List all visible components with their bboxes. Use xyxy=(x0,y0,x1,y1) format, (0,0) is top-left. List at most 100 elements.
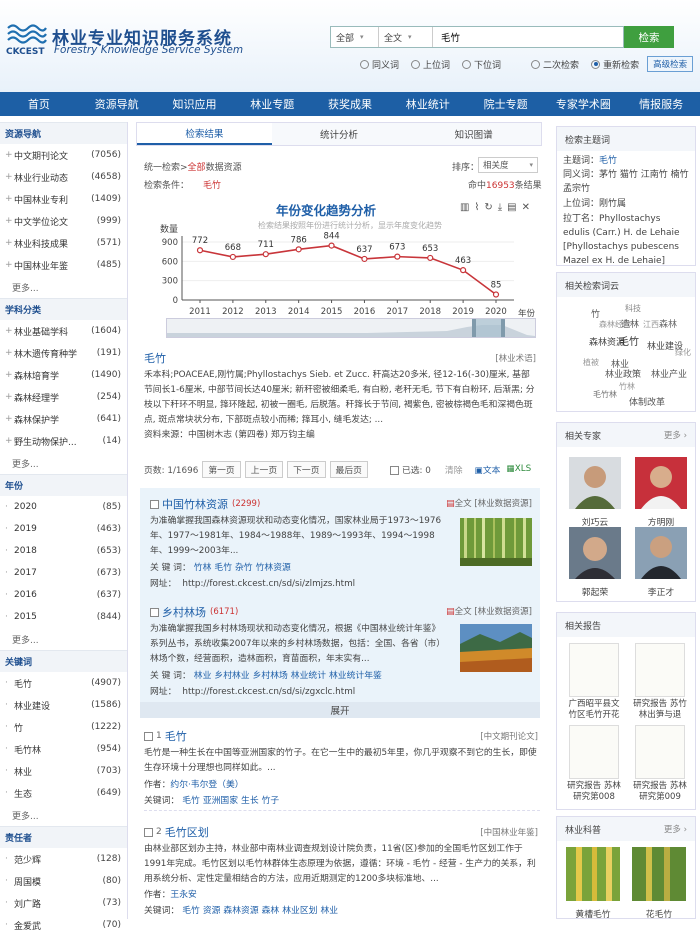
definition-title[interactable]: 毛竹 xyxy=(144,350,536,368)
field-select[interactable]: 全文 ▾ xyxy=(379,27,433,47)
bar-chart-icon[interactable]: ▥ xyxy=(460,202,474,213)
facet-item[interactable]: + 林业行业动态 (4658) xyxy=(0,166,127,188)
data-point[interactable] xyxy=(460,267,467,274)
option-synonym[interactable]: 同义词 xyxy=(360,58,399,71)
option-broader[interactable]: 上位词 xyxy=(411,58,450,71)
expert-card[interactable]: 方明刚 xyxy=(633,457,689,528)
nav-statistics[interactable]: 林业统计 xyxy=(389,92,467,116)
facet-item[interactable]: + 林木遗传育种学 (191) xyxy=(0,342,127,364)
expert-card[interactable]: 李正才 xyxy=(633,527,689,598)
cloud-word[interactable]: 竹林 xyxy=(619,381,635,392)
checkbox-icon[interactable] xyxy=(150,499,159,509)
cloud-word[interactable]: 造林 xyxy=(621,317,639,330)
science-card[interactable]: 黄槽毛竹 xyxy=(563,847,623,920)
data-view-icon[interactable]: ▤ xyxy=(507,202,521,213)
more-link[interactable]: 更多... xyxy=(0,804,127,826)
refresh-icon[interactable]: ↻ xyxy=(484,202,497,213)
more-link[interactable]: 更多... xyxy=(0,452,127,474)
search-input[interactable] xyxy=(433,31,623,43)
facet-item[interactable]: · 毛竹林 (954) xyxy=(0,738,127,760)
data-point[interactable] xyxy=(295,246,302,253)
facet-item[interactable]: · 刘广路 (73) xyxy=(0,892,127,914)
facet-item[interactable]: + 林业科技成果 (571) xyxy=(0,232,127,254)
cloud-word[interactable]: 毛竹 xyxy=(619,333,639,348)
more-link[interactable]: 更多... xyxy=(0,628,127,650)
checkbox-icon[interactable] xyxy=(389,465,399,475)
facet-item[interactable]: + 中国林业专利 (1409) xyxy=(0,188,127,210)
export-text-button[interactable]: ▣文本 xyxy=(475,463,501,476)
cloud-word[interactable]: 科技 xyxy=(625,303,641,314)
export-xls-button[interactable]: ▦XLS xyxy=(506,464,531,474)
data-point[interactable] xyxy=(361,255,368,263)
data-point[interactable] xyxy=(394,253,401,260)
nav-resources[interactable]: 资源导航 xyxy=(78,92,156,116)
article-title[interactable]: 毛竹 xyxy=(165,728,187,744)
data-point[interactable] xyxy=(492,291,500,298)
clear-button[interactable]: 清除 xyxy=(445,463,463,476)
cloud-word[interactable]: 绿化 xyxy=(675,347,691,358)
cloud-word[interactable]: 林业政策 xyxy=(605,367,641,380)
nav-awards[interactable]: 获奖成果 xyxy=(311,92,389,116)
resource-title[interactable]: 中国竹林资源 xyxy=(162,496,228,512)
expert-card[interactable]: 刘巧云 xyxy=(567,457,623,528)
nav-home[interactable]: 首页 xyxy=(0,92,78,116)
science-card[interactable]: 花毛竹 xyxy=(629,847,689,920)
tab-results[interactable]: 检索结果 xyxy=(137,123,272,145)
facet-item[interactable]: · 林业 (703) xyxy=(0,760,127,782)
facet-item[interactable]: + 森林经理学 (254) xyxy=(0,386,127,408)
download-icon[interactable]: ⤓ xyxy=(498,202,507,213)
first-page-button[interactable]: 第一页 xyxy=(202,460,241,478)
cloud-word[interactable]: 江西 xyxy=(643,319,659,330)
data-point[interactable] xyxy=(262,251,269,258)
nav-intelligence[interactable]: 情报服务 xyxy=(622,92,700,116)
tab-knowledge-graph[interactable]: 知识图谱 xyxy=(406,123,541,145)
more-link[interactable]: 更多 › xyxy=(664,823,687,835)
facet-item[interactable]: + 中文期刊论文 (7056) xyxy=(0,144,127,166)
checkbox-icon[interactable] xyxy=(144,731,153,741)
more-link[interactable]: 更多... xyxy=(0,276,127,298)
advanced-search-button[interactable]: 高级检索 xyxy=(647,56,694,72)
line-chart-icon[interactable]: ⌇ xyxy=(474,202,484,213)
cloud-word[interactable]: 林业产业 xyxy=(651,367,687,380)
facet-item[interactable]: · 范少辉 (128) xyxy=(0,848,127,870)
nav-knowledge[interactable]: 知识应用 xyxy=(156,92,234,116)
prev-page-button[interactable]: 上一页 xyxy=(244,460,284,478)
facet-item[interactable]: + 中文学位论文 (999) xyxy=(0,210,127,232)
option-narrower[interactable]: 下位词 xyxy=(462,58,501,71)
facet-item[interactable]: + 森林培育学 (1490) xyxy=(0,364,127,386)
facet-item[interactable]: · 生态 (649) xyxy=(0,782,127,804)
search-button[interactable]: 检索 xyxy=(624,26,674,48)
facet-item[interactable]: · 2017 (673) xyxy=(0,562,127,584)
article-title[interactable]: 毛竹区划 xyxy=(165,824,209,840)
facet-item[interactable]: + 林业基础学科 (1604) xyxy=(0,320,127,342)
report-card[interactable]: 研究报告 苏林研究第008 xyxy=(565,725,623,803)
nav-academicians[interactable]: 院士专题 xyxy=(467,92,545,116)
resource-title[interactable]: 乡村林场 xyxy=(162,604,206,620)
facet-item[interactable]: · 2016 (637) xyxy=(0,584,127,606)
facet-item[interactable]: + 中国林业年鉴 (485) xyxy=(0,254,127,276)
facet-item[interactable]: · 金爱武 (70) xyxy=(0,914,127,936)
data-point[interactable] xyxy=(196,247,204,254)
checkbox-icon[interactable] xyxy=(144,827,153,837)
pdf-icon[interactable]: ▤ xyxy=(446,607,455,617)
nav-experts[interactable]: 专家学术圈 xyxy=(544,92,622,116)
cloud-word[interactable]: 森林 xyxy=(659,317,677,330)
facet-item[interactable]: · 2018 (653) xyxy=(0,540,127,562)
report-card[interactable]: 广西昭平县文竹区毛竹开花 xyxy=(565,643,623,721)
facet-item[interactable]: · 2015 (844) xyxy=(0,606,127,628)
option-secondary-search[interactable]: 二次检索 xyxy=(531,58,579,71)
cloud-word[interactable]: 体制改革 xyxy=(629,395,665,408)
facet-item[interactable]: · 2020 (85) xyxy=(0,496,127,518)
pdf-icon[interactable]: ▤ xyxy=(446,499,455,509)
data-point[interactable] xyxy=(328,242,335,249)
chart-zoom-slider[interactable] xyxy=(166,318,536,338)
option-new-search[interactable]: 重新检索 xyxy=(591,58,639,71)
facet-item[interactable]: + 森林保护学 (641) xyxy=(0,408,127,430)
next-page-button[interactable]: 下一页 xyxy=(287,460,326,478)
expert-card[interactable]: 郭起荣 xyxy=(567,527,623,598)
report-card[interactable]: 研究报告 苏林研究第009 xyxy=(631,725,689,803)
facet-item[interactable]: · 竹 (1222) xyxy=(0,716,127,738)
cloud-word[interactable]: 毛竹林 xyxy=(593,389,617,400)
report-card[interactable]: 研究报告 苏竹林出笋与退 xyxy=(631,643,689,721)
data-point[interactable] xyxy=(229,253,236,261)
